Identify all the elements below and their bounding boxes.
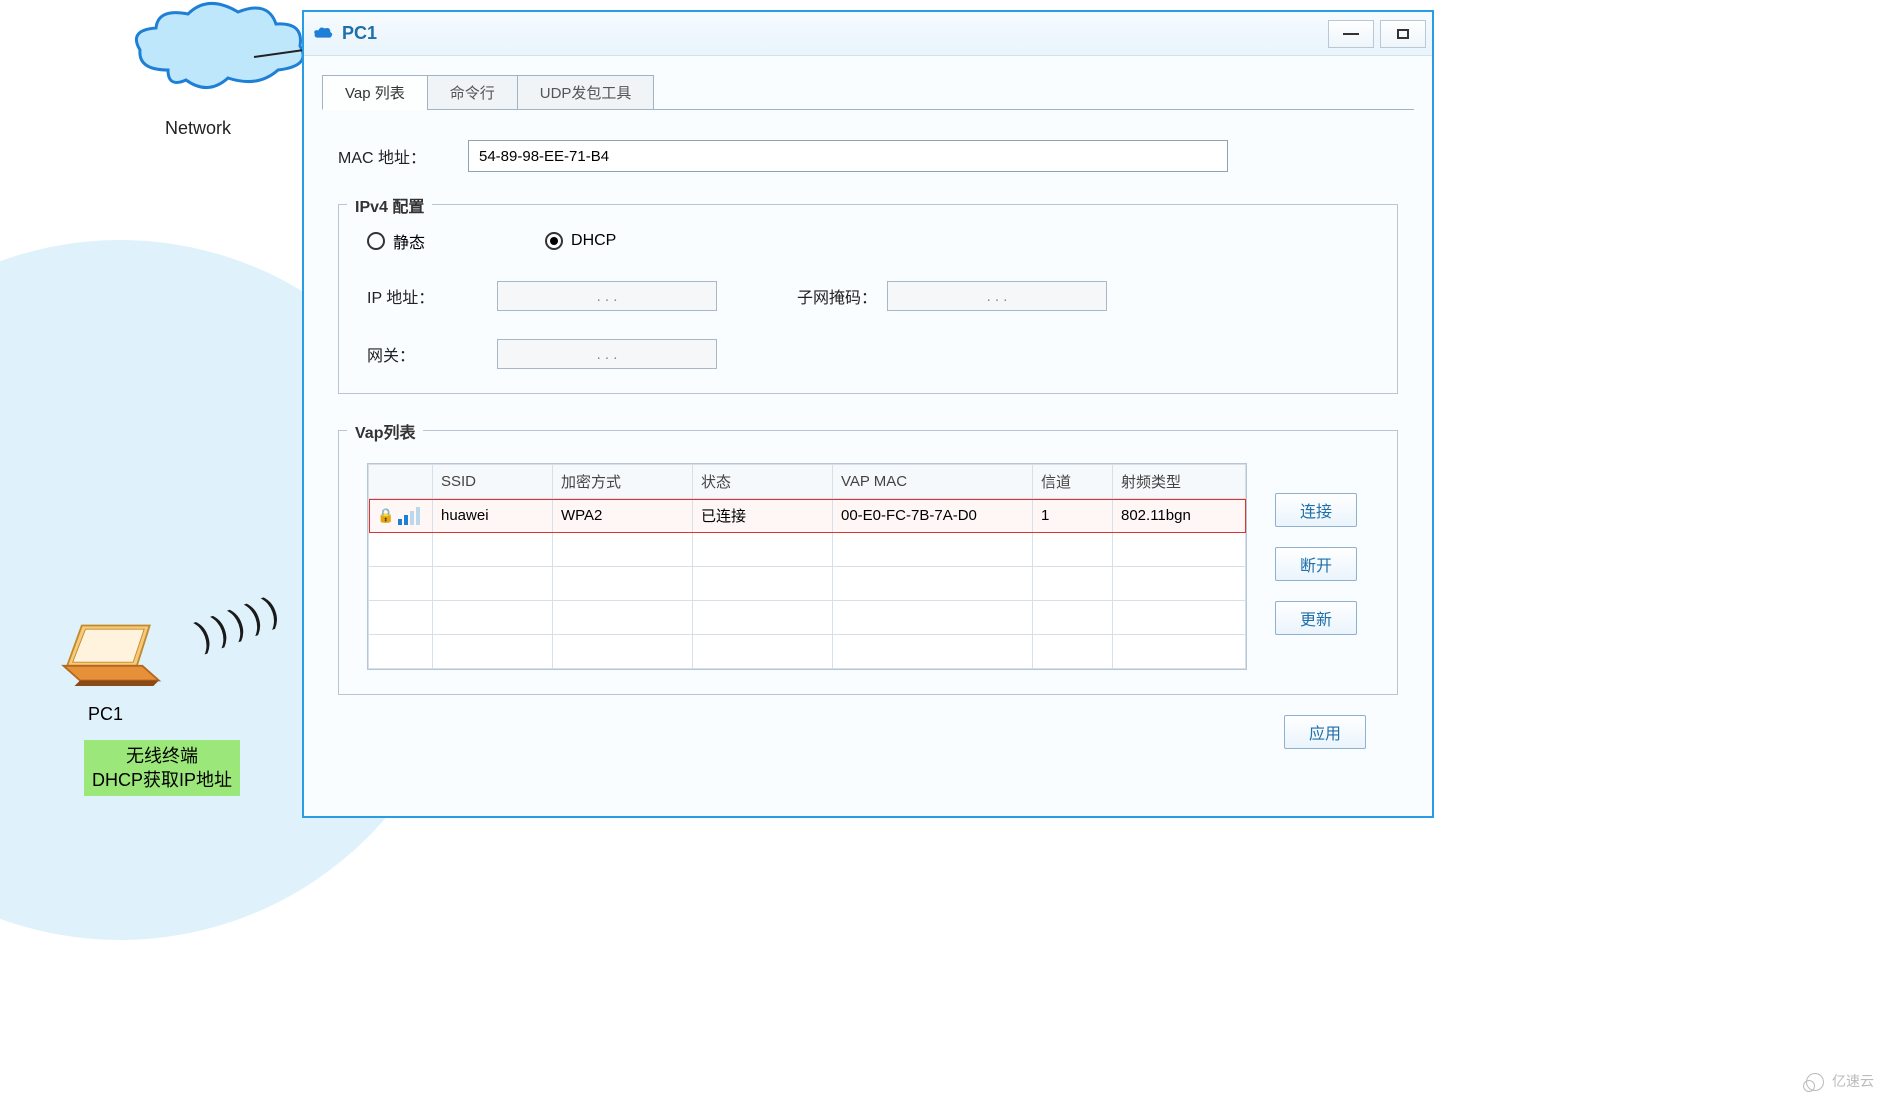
col-status: 状态 xyxy=(693,465,833,499)
ip-label: IP 地址： xyxy=(367,284,497,308)
cloud-label: Network xyxy=(165,118,231,139)
apply-button[interactable]: 应用 xyxy=(1284,715,1366,749)
cloud-icon xyxy=(128,0,308,100)
vap-legend: Vap列表 xyxy=(347,419,423,443)
titlebar[interactable]: PC1 xyxy=(304,12,1432,56)
app-icon xyxy=(312,23,334,45)
watermark-text: 亿速云 xyxy=(1832,1073,1874,1089)
col-ssid: SSID xyxy=(433,465,553,499)
maximize-button[interactable] xyxy=(1380,20,1426,48)
topology-note: 无线终端 DHCP获取IP地址 xyxy=(84,740,240,796)
radio-dhcp[interactable]: DHCP xyxy=(545,232,616,250)
minimize-button[interactable] xyxy=(1328,20,1374,48)
cell-enc: WPA2 xyxy=(553,499,693,533)
ipv4-fieldset: IPv4 配置 静态 DHCP IP 地址： . . . 子网掩码： . . . xyxy=(338,204,1398,394)
note-line2: DHCP获取IP地址 xyxy=(92,768,232,792)
table-row[interactable] xyxy=(369,567,1246,601)
laptop-label: PC1 xyxy=(88,704,123,725)
tab-cmd[interactable]: 命令行 xyxy=(427,75,518,110)
radio-static-label: 静态 xyxy=(393,229,425,253)
watermark: 亿速云 xyxy=(1806,1071,1874,1091)
col-enc: 加密方式 xyxy=(553,465,693,499)
connect-button[interactable]: 连接 xyxy=(1275,493,1357,527)
radio-dhcp-circle xyxy=(545,232,563,250)
cell-mac: 00-E0-FC-7B-7A-D0 xyxy=(833,499,1033,533)
col-mac: VAP MAC xyxy=(833,465,1033,499)
radio-static[interactable]: 静态 xyxy=(367,229,425,253)
ip-input[interactable]: . . . xyxy=(497,281,717,311)
window-title: PC1 xyxy=(342,23,377,44)
cell-status: 已连接 xyxy=(693,499,833,533)
refresh-button[interactable]: 更新 xyxy=(1275,601,1357,635)
vap-table: SSID 加密方式 状态 VAP MAC 信道 射频类型 xyxy=(367,463,1247,670)
disconnect-button[interactable]: 断开 xyxy=(1275,547,1357,581)
col-signal xyxy=(369,465,433,499)
gateway-label: 网关： xyxy=(367,342,497,366)
cell-channel: 1 xyxy=(1033,499,1113,533)
col-channel: 信道 xyxy=(1033,465,1113,499)
mac-label: MAC 地址： xyxy=(338,144,468,168)
pc1-window: PC1 Vap 列表 命令行 UDP发包工具 MAC 地址： IPv4 配置 静… xyxy=(302,10,1434,818)
cell-rf: 802.11bgn xyxy=(1113,499,1246,533)
mac-input[interactable] xyxy=(468,140,1228,172)
gateway-input[interactable]: . . . xyxy=(497,339,717,369)
tab-vap-list[interactable]: Vap 列表 xyxy=(322,75,428,110)
signal-bars-icon xyxy=(398,507,420,525)
radio-static-circle xyxy=(367,232,385,250)
tab-udp[interactable]: UDP发包工具 xyxy=(517,75,655,110)
table-row[interactable] xyxy=(369,533,1246,567)
table-row[interactable] xyxy=(369,635,1246,669)
table-row[interactable] xyxy=(369,601,1246,635)
mask-input[interactable]: . . . xyxy=(887,281,1107,311)
watermark-icon xyxy=(1806,1073,1824,1091)
mask-label: 子网掩码： xyxy=(757,284,887,308)
col-rf: 射频类型 xyxy=(1113,465,1246,499)
table-row[interactable]: 🔒 huawei WPA2 已连接 00-E0-FC-7B-7A-D0 1 80… xyxy=(369,499,1246,533)
vap-fieldset: Vap列表 SSID 加密方式 状态 VAP MAC 信道 射频 xyxy=(338,430,1398,695)
ipv4-legend: IPv4 配置 xyxy=(347,193,432,217)
lock-icon: 🔒 xyxy=(377,507,394,524)
radio-dhcp-label: DHCP xyxy=(571,232,616,250)
cell-ssid: huawei xyxy=(433,499,553,533)
note-line1: 无线终端 xyxy=(92,744,232,768)
